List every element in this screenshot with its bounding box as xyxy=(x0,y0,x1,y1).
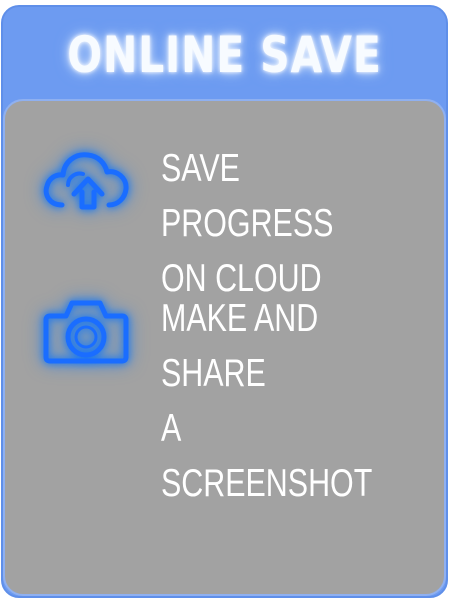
camera-icon xyxy=(43,300,129,364)
feature-label-screenshot: MAKE AND SHARE A SCREENSHOT xyxy=(161,297,373,505)
panel-title: ONLINE SAVE xyxy=(67,26,382,84)
cloud-upload-icon xyxy=(43,152,129,210)
online-save-card: ONLINE SAVE SAVE PROGRESS ON CLOUD MAKE … xyxy=(1,5,448,598)
feature-label-save-progress: SAVE PROGRESS ON CLOUD xyxy=(161,147,334,300)
features-panel: SAVE PROGRESS ON CLOUD MAKE AND SHARE A … xyxy=(3,99,446,596)
